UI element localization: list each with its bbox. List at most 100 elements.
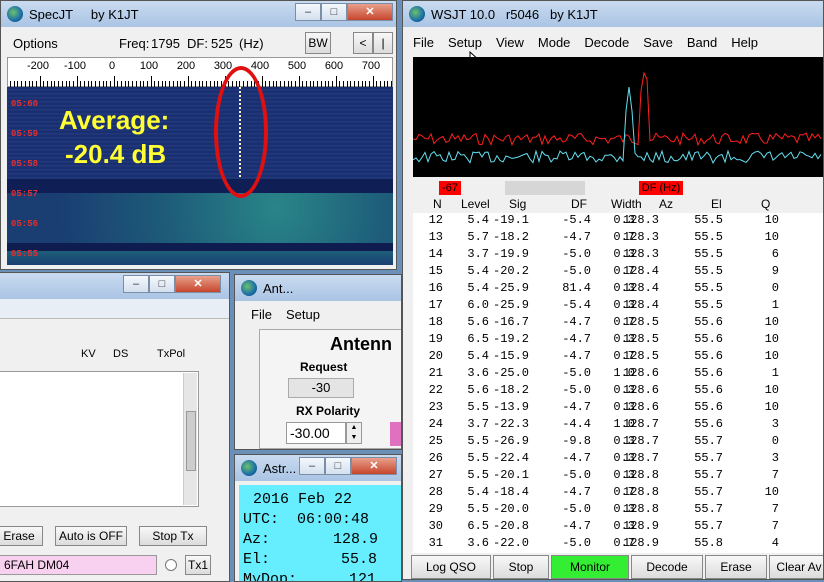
menu-band[interactable]: Band [680, 35, 724, 50]
table-row[interactable]: 27 5.5 -20.1 -5.0 0.3 128.8 55.7 7 [413, 468, 823, 484]
specjt-titlebar[interactable]: SpecJT by K1JT – □ ✕ [1, 1, 396, 27]
wsjt-window: WSJT 10.0 r5046 by K1JT File Setup View … [402, 0, 824, 580]
close-button[interactable]: ✕ [347, 3, 393, 21]
nav-bar-button[interactable]: | [373, 32, 393, 54]
axis-tick-mark [335, 76, 337, 87]
maximize-button[interactable]: □ [325, 457, 351, 475]
main-control-titlebar[interactable]: – □ ✕ [0, 273, 229, 299]
wsjt-titlebar[interactable]: WSJT 10.0 r5046 by K1JT [403, 1, 823, 27]
decode-table[interactable]: 12 5.4 -19.1 -5.4 0.3 128.3 55.5 10 13 5.7 -18.2 -4… [413, 213, 823, 553]
astro-titlebar[interactable]: Astr... – □ ✕ [235, 455, 401, 481]
table-row[interactable]: 14 3.7 -19.9 -5.0 0.3 128.3 55.5 6 [413, 247, 823, 263]
table-cell: -5.0 [562, 383, 591, 397]
table-row[interactable]: 31 3.6 -22.0 -5.0 0.7 128.9 55.8 4 [413, 536, 823, 552]
col-kv: KV [81, 348, 96, 360]
table-cell: -20.1 [493, 468, 530, 482]
average-overlay-line1: Average: [59, 105, 170, 135]
auto-button[interactable]: Auto is OFF [55, 526, 127, 546]
table-cell: 55.6 [694, 315, 723, 329]
table-row[interactable]: 29 5.5 -20.0 -5.0 0.3 128.8 55.7 7 [413, 502, 823, 518]
table-cell: 22 [428, 383, 443, 397]
minimize-button[interactable]: – [295, 3, 321, 21]
bw-button[interactable]: BW [305, 32, 331, 54]
table-cell: 5.6 [467, 383, 489, 397]
table-cell: 55.7 [694, 485, 723, 499]
table-cell: 128.5 [623, 315, 660, 329]
table-row[interactable]: 16 5.4 -25.9 81.4 0.3 128.4 55.5 0 [413, 281, 823, 297]
callsign-field[interactable]: 6FAH DM04 [0, 555, 157, 575]
average-overlay-line2: -20.4 dB [65, 139, 167, 169]
table-cell: 5.4 [467, 264, 489, 278]
table-row[interactable]: 13 5.7 -18.2 -4.7 0.7 128.3 55.5 10 [413, 230, 823, 246]
close-button[interactable]: ✕ [175, 275, 221, 293]
nav-left-button[interactable]: < [353, 32, 373, 54]
options-button[interactable]: Options [13, 36, 58, 51]
table-cell: -19.9 [493, 247, 530, 261]
menu-file[interactable]: File [235, 307, 279, 322]
table-cell: 6.5 [467, 519, 489, 533]
table-row[interactable]: 24 3.7 -22.3 -4.4 1.0 128.7 55.6 3 [413, 417, 823, 433]
decode-button[interactable]: Decode [631, 555, 703, 579]
table-row[interactable]: 15 5.4 -20.2 -5.0 0.7 128.4 55.5 9 [413, 264, 823, 280]
stop-button[interactable]: Stop [493, 555, 549, 579]
table-row[interactable]: 25 5.5 -26.9 -9.8 0.3 128.7 55.7 0 [413, 434, 823, 450]
df-label: DF: [187, 36, 208, 51]
window-title: Astr... [263, 460, 297, 476]
rx-polarity-input[interactable]: -30.00 [286, 422, 346, 444]
table-cell: 3.6 [467, 366, 489, 380]
menu-save[interactable]: Save [636, 35, 680, 50]
table-row[interactable]: 12 5.4 -19.1 -5.4 0.3 128.3 55.5 10 [413, 213, 823, 229]
table-row[interactable]: 22 5.6 -18.2 -5.0 0.3 128.6 55.6 10 [413, 383, 823, 399]
globe-icon [7, 6, 23, 22]
table-cell: -5.0 [562, 247, 591, 261]
waterfall-display[interactable]: 05:60 05:59 05:58 05:57 05:56 05:55 Average: … [7, 87, 393, 265]
specjt-toolbar: Options Freq: 1795 DF: 525 (Hz) BW < | [1, 29, 396, 57]
time-label: 05:56 [11, 219, 39, 229]
minimize-button[interactable]: – [123, 275, 149, 293]
antenna-titlebar[interactable]: Ant... [235, 275, 401, 301]
maximize-button[interactable]: □ [149, 275, 175, 293]
close-button[interactable]: ✕ [351, 457, 397, 475]
rx-polarity-spinner[interactable]: ▲ ▼ [346, 422, 362, 444]
menu-decode[interactable]: Decode [577, 35, 636, 50]
menu-setup[interactable]: Setup [279, 307, 327, 322]
maximize-button[interactable]: □ [321, 3, 347, 21]
table-row[interactable]: 21 3.6 -25.0 -5.0 1.0 128.6 55.6 1 [413, 366, 823, 382]
table-cell: 128.7 [623, 434, 660, 448]
erase-button[interactable]: Erase [705, 555, 767, 579]
table-row[interactable]: 19 6.5 -19.2 -4.7 0.3 128.5 55.6 10 [413, 332, 823, 348]
stop-tx-button[interactable]: Stop Tx [139, 526, 207, 546]
tx1-button[interactable]: Tx1 [185, 555, 211, 575]
spectrum-plot[interactable] [412, 57, 823, 177]
axis-tick-mark [298, 76, 300, 87]
mydop-label: MyDop: [243, 571, 298, 582]
table-row[interactable]: 23 5.5 -13.9 -4.7 0.3 128.6 55.6 10 [413, 400, 823, 416]
message-list[interactable] [0, 371, 199, 507]
table-row[interactable]: 26 5.5 -22.4 -4.7 0.3 128.7 55.7 3 [413, 451, 823, 467]
menu-view[interactable]: View [489, 35, 531, 50]
list-scrollbar[interactable] [183, 373, 197, 505]
table-row[interactable]: 28 5.4 -18.4 -4.7 0.7 128.8 55.7 10 [413, 485, 823, 501]
menu-mode[interactable]: Mode [531, 35, 578, 50]
table-cell: -5.0 [562, 468, 591, 482]
table-cell: -16.7 [493, 315, 530, 329]
table-cell: -4.4 [562, 417, 591, 431]
monitor-button[interactable]: Monitor [551, 555, 629, 579]
column-header: Level [461, 197, 490, 211]
table-row[interactable]: 17 6.0 -25.9 -5.4 0.3 128.4 55.5 1 [413, 298, 823, 314]
minimize-button[interactable]: – [299, 457, 325, 475]
table-cell: -13.9 [493, 400, 530, 414]
log-qso-button[interactable]: Log QSO [411, 555, 491, 579]
menu-file[interactable]: File [403, 35, 441, 50]
menu-setup[interactable]: Setup [441, 35, 489, 50]
erase-button[interactable]: Erase [0, 526, 43, 546]
tx1-radio[interactable] [165, 559, 177, 571]
table-row[interactable]: 20 5.4 -15.9 -4.7 0.7 128.5 55.6 10 [413, 349, 823, 365]
table-row[interactable]: 30 6.5 -20.8 -4.7 0.3 128.9 55.7 7 [413, 519, 823, 535]
menu-help[interactable]: Help [724, 35, 765, 50]
clear-av-button[interactable]: Clear Av [769, 555, 823, 579]
table-cell: 3.7 [467, 417, 489, 431]
table-cell: 10 [764, 349, 779, 363]
table-row[interactable]: 18 5.6 -16.7 -4.7 0.7 128.5 55.6 10 [413, 315, 823, 331]
table-cell: 128.9 [623, 519, 660, 533]
